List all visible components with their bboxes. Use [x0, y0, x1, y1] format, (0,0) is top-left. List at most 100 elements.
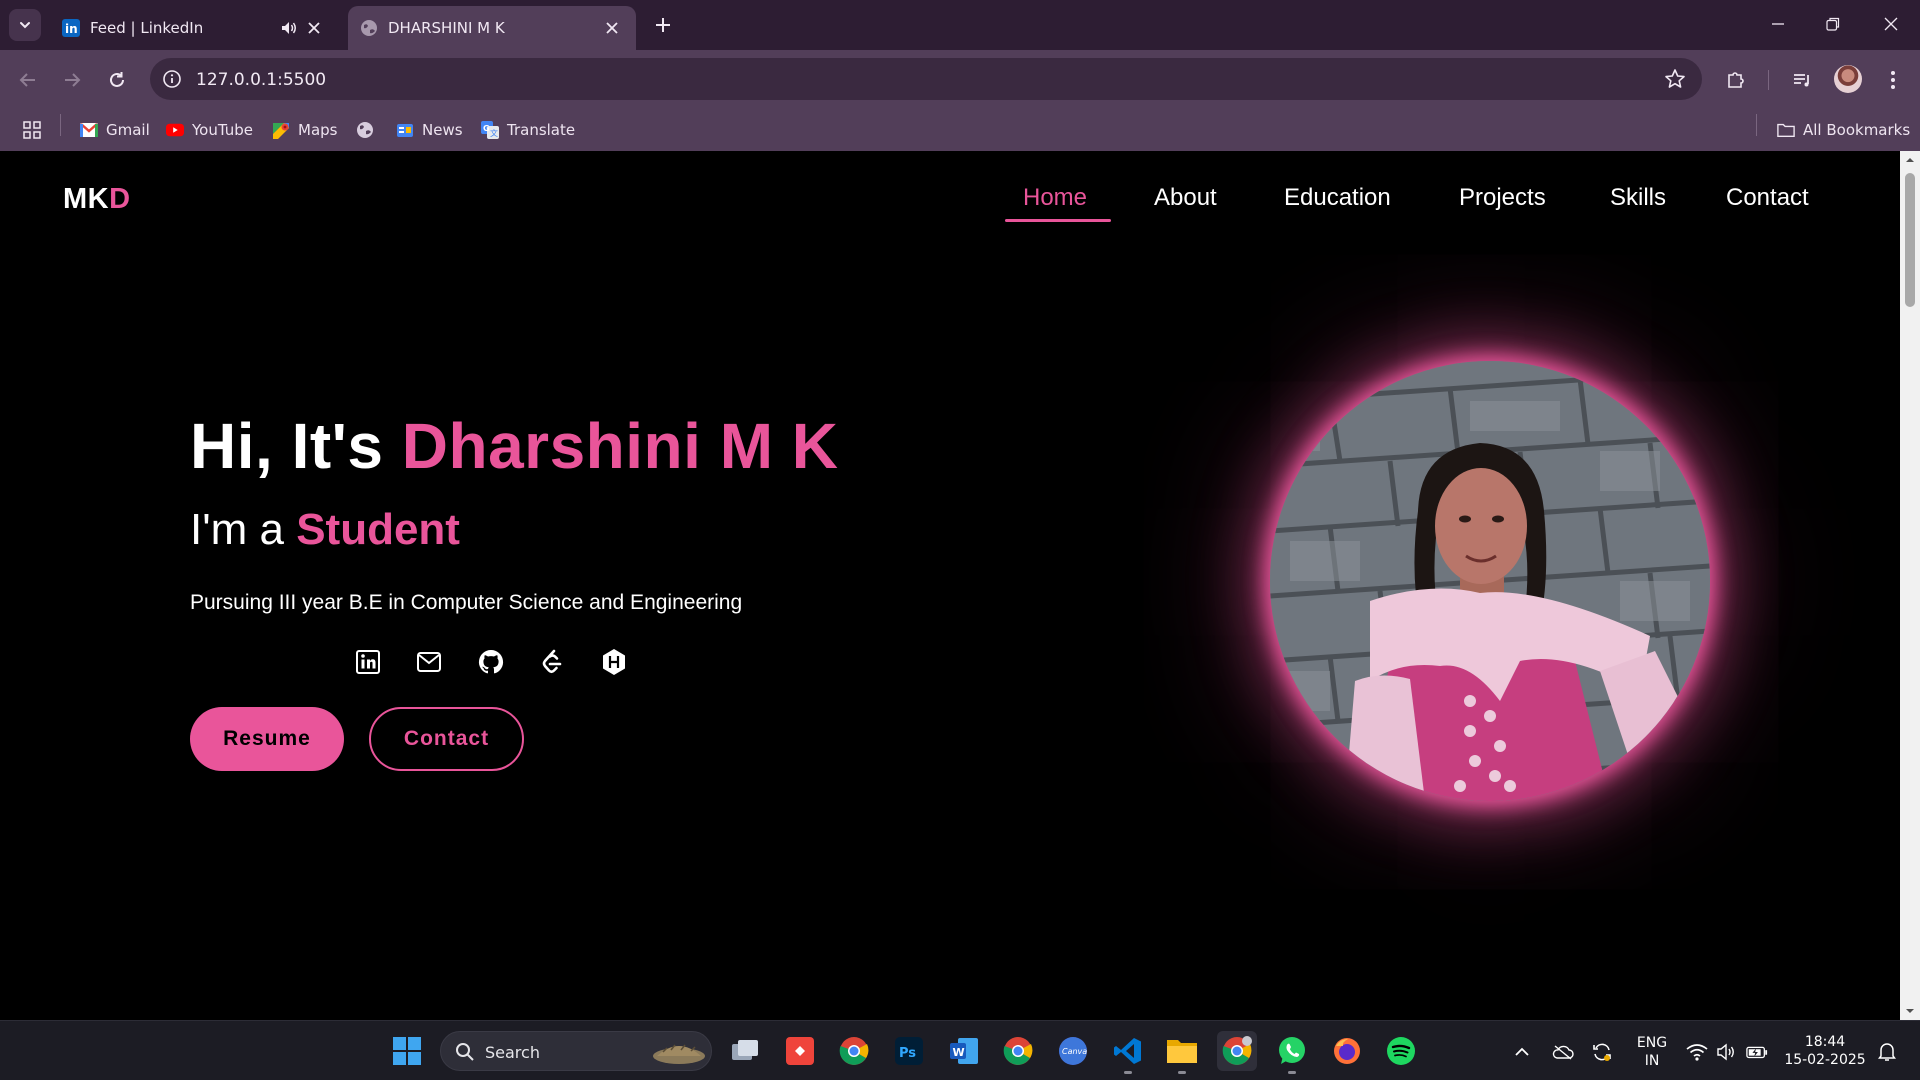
role-prefix: I'm a: [190, 505, 297, 554]
bookmark-label: All Bookmarks: [1803, 121, 1911, 139]
notifications-button[interactable]: [1876, 1041, 1898, 1063]
input-language-indicator[interactable]: ENG IN: [1632, 1034, 1672, 1070]
taskbar-photoshop[interactable]: Ps: [889, 1031, 929, 1071]
menu-button[interactable]: [1878, 65, 1908, 95]
scroll-down-icon[interactable]: [1905, 1006, 1915, 1016]
all-bookmarks-button[interactable]: All Bookmarks: [1777, 118, 1910, 142]
speaker-icon[interactable]: [280, 19, 298, 37]
gmail-icon: [80, 123, 98, 137]
taskbar-chrome-active[interactable]: [1217, 1031, 1257, 1071]
tab-linkedin[interactable]: in Feed | LinkedIn: [50, 6, 338, 50]
extensions-button[interactable]: [1721, 65, 1751, 95]
nav-active-indicator: [1005, 219, 1111, 222]
tab-search-button[interactable]: [9, 9, 41, 41]
taskbar-file-explorer[interactable]: [1162, 1031, 1202, 1074]
url-text[interactable]: 127.0.0.1:5500: [196, 70, 326, 90]
linkedin-link[interactable]: [353, 647, 383, 677]
clock[interactable]: 18:44 15-02-2025: [1780, 1033, 1870, 1069]
bookmark-gmail[interactable]: Gmail: [80, 118, 150, 142]
wifi-tray-button[interactable]: [1686, 1041, 1708, 1063]
leetcode-link[interactable]: [537, 647, 567, 677]
taskbar-firefox[interactable]: [1327, 1031, 1367, 1071]
firefox-icon: [1334, 1038, 1360, 1064]
bookmark-label: News: [422, 121, 463, 139]
anydesk-icon: [786, 1037, 814, 1065]
info-icon[interactable]: [162, 69, 182, 89]
folder-icon: [1167, 1040, 1197, 1063]
volume-tray-button[interactable]: [1715, 1041, 1737, 1063]
show-hidden-icons-button[interactable]: [1511, 1041, 1533, 1063]
nav-projects[interactable]: Projects: [1459, 184, 1546, 212]
nav-skills[interactable]: Skills: [1610, 184, 1666, 212]
tab-portfolio[interactable]: DHARSHINI M K: [348, 6, 636, 50]
contact-button[interactable]: Contact: [369, 707, 524, 771]
bookmark-youtube[interactable]: YouTube: [166, 118, 253, 142]
taskbar-search[interactable]: Search: [440, 1031, 712, 1071]
star-icon[interactable]: [1664, 68, 1686, 90]
bookmark-maps[interactable]: Maps: [272, 118, 337, 142]
minimize-button[interactable]: [1766, 12, 1790, 36]
nav-contact[interactable]: Contact: [1726, 184, 1809, 212]
reload-button[interactable]: [102, 65, 132, 95]
taskbar-task-view[interactable]: [725, 1031, 765, 1071]
photoshop-icon: Ps: [895, 1037, 923, 1065]
hackerrank-link[interactable]: [599, 647, 629, 677]
start-button[interactable]: [387, 1031, 427, 1071]
nav-education[interactable]: Education: [1284, 184, 1391, 212]
apps-button[interactable]: [22, 118, 42, 142]
bookmark-translate[interactable]: G文 Translate: [481, 118, 575, 142]
nav-home[interactable]: Home: [1023, 184, 1087, 212]
word-icon: W: [950, 1038, 978, 1064]
sync-tray-button[interactable]: [1591, 1041, 1613, 1063]
minimize-icon: [1772, 23, 1784, 25]
page-scrollbar[interactable]: [1900, 151, 1920, 1020]
media-control-button[interactable]: [1787, 65, 1817, 95]
battery-tray-button[interactable]: [1746, 1041, 1768, 1063]
taskbar-spotify[interactable]: [1381, 1031, 1421, 1071]
close-icon: [606, 22, 618, 34]
site-logo[interactable]: MKD: [63, 183, 131, 216]
nav-about[interactable]: About: [1154, 184, 1217, 212]
mail-icon: [417, 652, 441, 672]
taskbar-anydesk[interactable]: [780, 1031, 820, 1071]
address-bar[interactable]: 127.0.0.1:5500: [150, 58, 1702, 100]
forward-button[interactable]: [57, 65, 87, 95]
battery-charging-icon: [1746, 1046, 1768, 1059]
logo-accent: D: [109, 183, 131, 215]
reload-icon: [110, 72, 124, 87]
windows-logo-icon: [393, 1037, 421, 1065]
bookmarks-bar: Gmail YouTube Maps News G文 Translate All…: [0, 110, 1920, 150]
new-tab-button[interactable]: [650, 12, 676, 38]
github-icon: [478, 649, 504, 674]
restore-button[interactable]: [1821, 12, 1845, 36]
close-window-button[interactable]: [1879, 12, 1903, 36]
bookmark-label: Gmail: [106, 121, 150, 139]
taskbar-chrome-2[interactable]: [998, 1031, 1038, 1071]
profile-avatar[interactable]: [1834, 65, 1862, 93]
scrollbar-thumb[interactable]: [1905, 173, 1915, 307]
logo-text: MK: [63, 183, 110, 215]
taskbar-chrome-1[interactable]: [834, 1031, 874, 1071]
taskbar-canva[interactable]: Canva: [1053, 1031, 1093, 1071]
close-tab-button[interactable]: [304, 18, 324, 38]
bookmark-label: Translate: [507, 121, 576, 139]
onedrive-tray-button[interactable]: [1552, 1041, 1574, 1063]
wifi-icon: [1686, 1044, 1708, 1061]
back-button[interactable]: [13, 65, 43, 95]
email-link[interactable]: [414, 647, 444, 677]
taskbar-vscode[interactable]: [1108, 1031, 1148, 1074]
resume-button[interactable]: Resume: [190, 707, 344, 771]
scroll-up-icon[interactable]: [1905, 155, 1915, 165]
svg-text:Canva: Canva: [1062, 1047, 1087, 1056]
taskbar-whatsapp[interactable]: [1272, 1031, 1312, 1074]
close-tab-button[interactable]: [602, 18, 622, 38]
taskbar-word[interactable]: W: [944, 1031, 984, 1071]
github-link[interactable]: [476, 647, 506, 677]
bookmark-news[interactable]: News: [396, 118, 463, 142]
bookmark-separator: [60, 114, 61, 136]
bookmark-globe[interactable]: [356, 118, 374, 142]
toolbar-divider: [1768, 70, 1769, 90]
more-vert-icon: [1891, 71, 1895, 89]
tab-title: DHARSHINI M K: [388, 19, 505, 37]
svg-text:Ps: Ps: [899, 1046, 916, 1061]
